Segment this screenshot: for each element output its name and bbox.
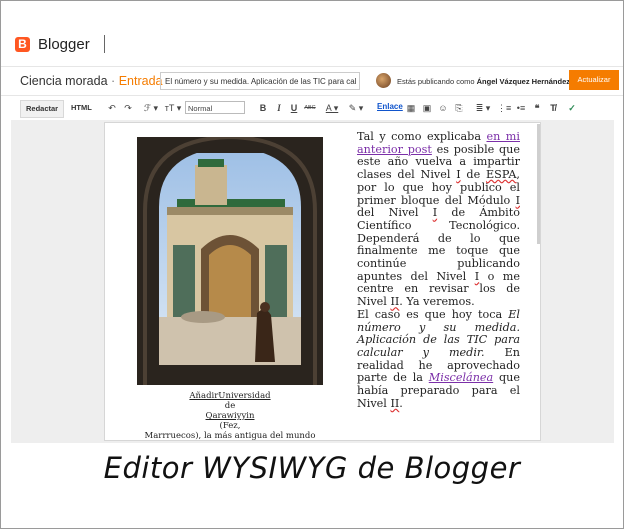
breadcrumb-section: Entrada bbox=[118, 74, 163, 88]
underline-button[interactable]: U bbox=[289, 100, 299, 116]
header-divider bbox=[104, 35, 105, 53]
emoji-icon[interactable]: ☺ bbox=[437, 100, 449, 116]
numbered-list-icon[interactable]: ⋮≡ bbox=[497, 100, 511, 116]
breadcrumb-separator: · bbox=[111, 74, 116, 88]
blog-name[interactable]: Ciencia morada bbox=[20, 74, 108, 88]
caption-line-2: de bbox=[224, 401, 236, 411]
publishing-as-prefix: Estás publicando como bbox=[397, 77, 475, 86]
breadcrumb: Ciencia morada · Entrada bbox=[20, 74, 162, 88]
paragraph-1: Tal y como explicaba en mi anterior post… bbox=[357, 130, 520, 309]
caption-line-1: AñadirUniversidad bbox=[189, 391, 271, 401]
publishing-as-label: Estás publicando como Ángel Vázquez Hern… bbox=[397, 77, 570, 86]
text-segment: . Ya veremos. bbox=[399, 295, 475, 309]
post-title-input[interactable]: El número y su medida. Aplicación de las… bbox=[160, 72, 360, 90]
caption-line-4: (Fez, bbox=[219, 421, 241, 431]
align-icon[interactable]: ≣ ▾ bbox=[473, 100, 493, 116]
bullet-list-icon[interactable]: •≡ bbox=[514, 100, 528, 116]
undo-icon[interactable]: ↶ bbox=[106, 100, 118, 116]
font-size-icon[interactable]: тT ▾ bbox=[163, 100, 183, 116]
update-button[interactable]: Actualizar bbox=[569, 70, 619, 90]
post-body-text[interactable]: Tal y como explicaba en mi anterior post… bbox=[357, 130, 520, 411]
image-icon[interactable]: ▦ bbox=[405, 100, 417, 116]
spellcheck-icon[interactable]: ✓ bbox=[566, 100, 578, 116]
editor-scrollbar[interactable] bbox=[537, 124, 540, 244]
miscelanea-link[interactable]: Miscelánea bbox=[429, 371, 493, 385]
redo-icon[interactable]: ↷ bbox=[122, 100, 134, 116]
image-caption[interactable]: AñadirUniversidad de Qarawiyyin (Fez, Ma… bbox=[145, 391, 316, 441]
app-name[interactable]: Blogger bbox=[38, 36, 90, 53]
jump-break-icon[interactable]: ⎘ bbox=[453, 100, 465, 116]
app-header bbox=[1, 1, 623, 63]
publishing-user-name: Ángel Vázquez Hernández bbox=[476, 77, 570, 86]
spelling-flag: II bbox=[390, 295, 400, 309]
highlight-icon[interactable]: ✎ ▾ bbox=[345, 100, 367, 116]
strikethrough-button[interactable]: ABC bbox=[303, 100, 317, 116]
text-segment: del Nivel bbox=[357, 206, 433, 220]
post-image[interactable] bbox=[137, 137, 323, 385]
tab-compose[interactable]: Redactar bbox=[20, 100, 65, 118]
spelling-flag: I bbox=[515, 193, 520, 207]
caption-line-5: Marrruecos), la más antigua del mundo bbox=[144, 431, 316, 441]
italic-button[interactable]: I bbox=[274, 100, 284, 116]
tab-html[interactable]: HTML bbox=[66, 100, 97, 116]
bold-button[interactable]: B bbox=[258, 100, 268, 116]
text-color-icon[interactable]: A ▾ bbox=[322, 100, 342, 116]
caption-line-3: Qarawiyyin bbox=[205, 411, 255, 421]
video-icon[interactable]: ▣ bbox=[421, 100, 433, 116]
blogger-logo-icon[interactable]: B bbox=[15, 37, 30, 52]
text-segment: de bbox=[460, 168, 486, 182]
mosque-photo-graphic bbox=[137, 137, 323, 385]
text-segment: El caso es que hoy toca bbox=[357, 307, 509, 321]
quote-icon[interactable]: ❝ bbox=[531, 100, 543, 116]
clear-format-icon[interactable]: T̸ bbox=[547, 100, 559, 116]
text-segment: . bbox=[399, 396, 403, 410]
spelling-flag: II bbox=[390, 396, 400, 410]
text-segment: Tal y como explicaba bbox=[357, 130, 487, 143]
spelling-flag: ESPA bbox=[486, 168, 517, 182]
format-select[interactable]: Normal bbox=[185, 101, 245, 114]
avatar[interactable] bbox=[376, 73, 391, 88]
screenshot-caption: Editor WYSIWYG de Blogger bbox=[103, 451, 521, 485]
paragraph-2: El caso es que hoy toca El número y su m… bbox=[357, 307, 520, 411]
link-button[interactable]: Enlace bbox=[377, 102, 403, 111]
font-family-icon[interactable]: ℱ ▾ bbox=[142, 100, 160, 116]
